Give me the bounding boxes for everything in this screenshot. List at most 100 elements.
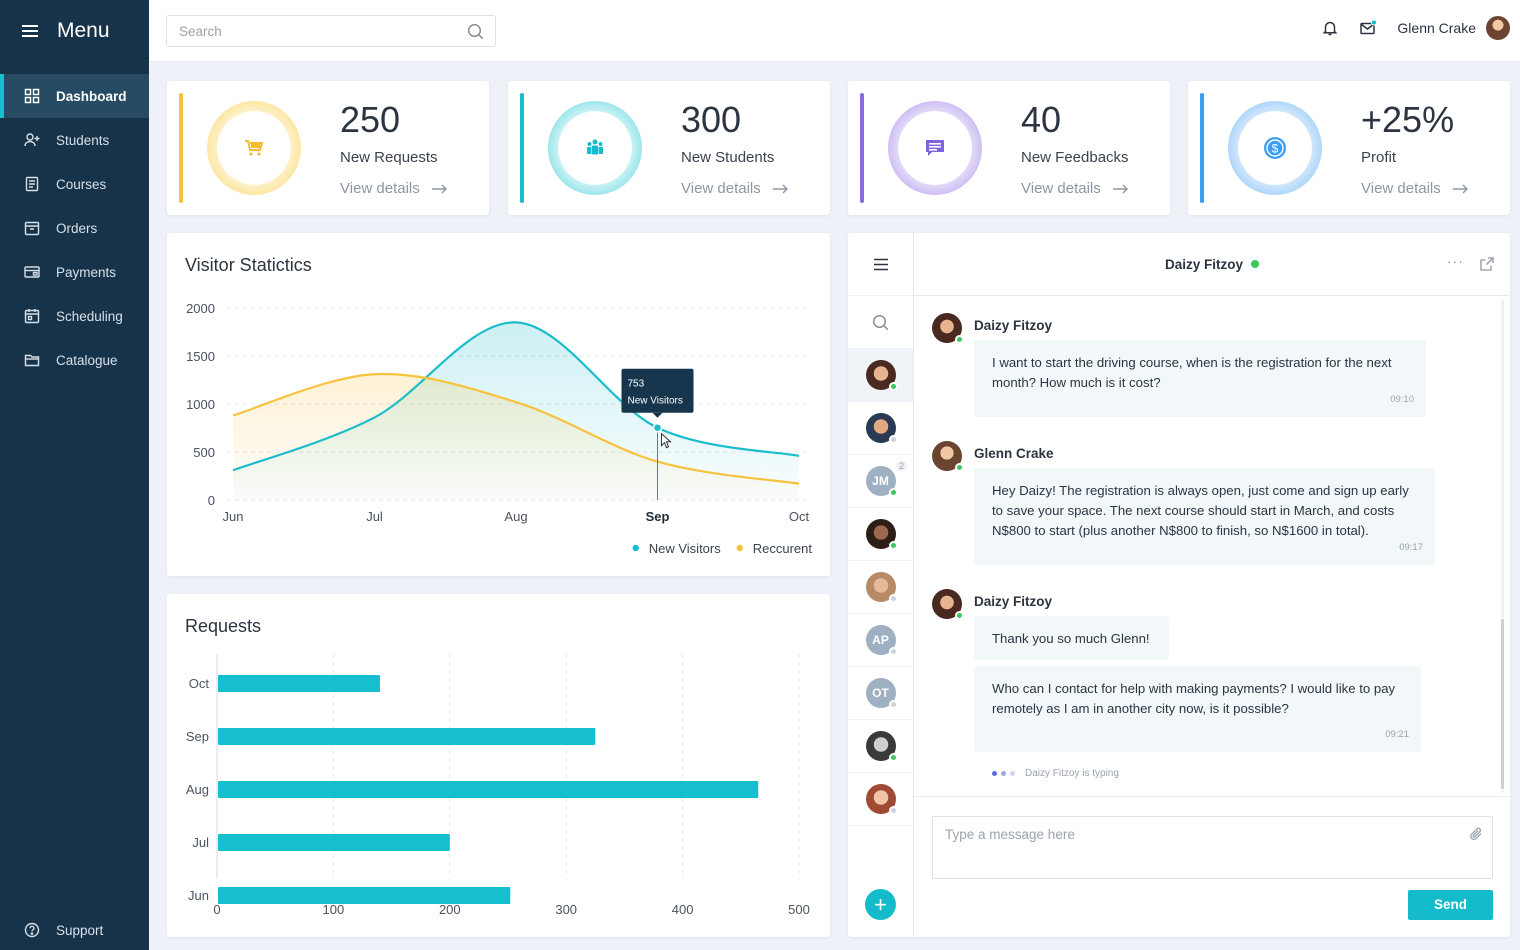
user-avatar[interactable] <box>1486 16 1510 40</box>
stat-value: 300 <box>681 99 742 140</box>
message-text: I want to start the driving course, when… <box>992 355 1392 390</box>
message-input[interactable] <box>932 816 1493 879</box>
contact-item[interactable] <box>848 773 913 826</box>
contact-item[interactable] <box>848 720 913 773</box>
bar[interactable] <box>218 728 596 745</box>
contact-item[interactable] <box>848 561 913 614</box>
stat-label: New Feedbacks <box>1021 149 1129 166</box>
status-dot <box>888 488 898 497</box>
y-tick-label: Aug <box>186 782 209 797</box>
x-tick-label: Aug <box>504 509 527 524</box>
visitor-statistics-card: Visitor Statictics 0 500 1000 1500 2000 Jun Ju… <box>167 233 830 576</box>
tooltip-value: 753 <box>628 379 645 390</box>
sidebar-item-label: Students <box>56 132 110 148</box>
sidebar-item-label: Orders <box>56 220 98 236</box>
message-time: 09:17 <box>1399 542 1423 553</box>
bar[interactable] <box>218 781 759 798</box>
search-icon[interactable] <box>467 23 484 40</box>
bar[interactable] <box>218 887 511 904</box>
search-icon[interactable] <box>872 314 889 331</box>
stat-label: Profit <box>1361 149 1397 166</box>
view-details-label: View details <box>1021 180 1101 197</box>
typing-indicator: Daizy Fitzoy is typing <box>992 768 1119 779</box>
avatar-initials: AP <box>872 633 889 647</box>
stat-value: 40 <box>1021 99 1062 140</box>
view-details-link[interactable]: View details <box>1361 180 1469 197</box>
message-author: Daizy Fitzoy <box>974 594 1053 609</box>
payments-icon <box>24 266 40 278</box>
sidebar-item-label: Catalogue <box>56 352 118 368</box>
scrollbar-thumb[interactable] <box>1501 619 1504 789</box>
tooltip-arrow <box>652 412 663 418</box>
message-text: Hey Daizy! The registration is always op… <box>992 483 1409 538</box>
message-bubble: Hey Daizy! The registration is always op… <box>974 468 1435 565</box>
help-icon <box>24 922 40 938</box>
external-link-icon[interactable] <box>1480 257 1494 271</box>
bar[interactable] <box>218 675 380 692</box>
message-bubble: I want to start the driving course, when… <box>974 340 1426 417</box>
contact-list: JM 2 AP OT <box>848 349 913 826</box>
x-tick-label: 400 <box>672 902 694 917</box>
message-bubble: Thank you so much Glenn! <box>974 616 1169 660</box>
tooltip-label: New Visitors <box>628 396 683 407</box>
stat-accent <box>520 93 524 203</box>
contact-item[interactable]: JM 2 <box>848 455 913 508</box>
user-name[interactable]: Glenn Crake <box>1397 20 1476 36</box>
stat-value: +25% <box>1361 99 1455 140</box>
sidebar-item-orders[interactable]: Orders <box>0 206 149 250</box>
stat-label: New Students <box>681 149 775 166</box>
x-tick-label: 200 <box>439 902 461 917</box>
chat-sidebar: JM 2 AP OT + <box>848 233 914 937</box>
hamburger-icon[interactable] <box>22 25 38 37</box>
status-dot <box>888 382 898 391</box>
avatar <box>865 360 898 391</box>
add-contact-button[interactable]: + <box>865 889 896 920</box>
support-link[interactable]: Support <box>24 922 103 938</box>
avatar <box>865 413 898 444</box>
x-tick-label: 100 <box>323 902 345 917</box>
status-dot <box>888 594 898 603</box>
search-input[interactable] <box>167 16 447 46</box>
sidebar-item-courses[interactable]: Courses <box>0 162 149 206</box>
mail-icon[interactable] <box>1359 19 1378 37</box>
online-status-dot <box>955 463 964 472</box>
contact-item[interactable] <box>848 508 913 561</box>
sidebar-item-dashboard[interactable]: Dashboard <box>0 74 149 118</box>
sidebar-item-catalogue[interactable]: Catalogue <box>0 338 149 382</box>
sidebar-item-payments[interactable]: Payments <box>0 250 149 294</box>
menu-header: Menu <box>0 0 149 62</box>
x-tick-label: 500 <box>788 902 810 917</box>
chat-scrollbar[interactable] <box>1501 299 1504 793</box>
hover-point[interactable] <box>652 422 663 433</box>
typing-dot <box>1010 771 1015 776</box>
message-time: 09:21 <box>1385 729 1409 740</box>
attachment-icon[interactable] <box>1469 827 1483 841</box>
more-options-icon[interactable]: ··· <box>1447 253 1464 269</box>
sidebar-item-scheduling[interactable]: Scheduling <box>0 294 149 338</box>
sidebar: Menu Dashboard Students Courses Orders P… <box>0 0 149 950</box>
requests-chart: 0 100 200 300 400 500 Oct Sep Aug Jul Jun <box>186 654 810 917</box>
status-dot <box>888 700 898 709</box>
sidebar-item-students[interactable]: Students <box>0 118 149 162</box>
avatar <box>932 441 964 472</box>
contact-item[interactable] <box>848 349 913 402</box>
hamburger-icon[interactable] <box>873 258 889 271</box>
unread-count-badge: 2 <box>895 461 907 471</box>
typing-text: Daizy Fitzoy is typing <box>1025 768 1119 779</box>
legend-swatch <box>632 544 639 552</box>
view-details-link[interactable]: View details <box>340 180 448 197</box>
x-tick-label: Jun <box>223 509 244 524</box>
view-details-link[interactable]: View details <box>1021 180 1129 197</box>
message-time: 09:10 <box>1390 394 1414 405</box>
y-tick-label: Jul <box>192 835 209 850</box>
bar[interactable] <box>218 834 450 851</box>
view-details-label: View details <box>340 180 420 197</box>
view-details-link[interactable]: View details <box>681 180 789 197</box>
send-button[interactable]: Send <box>1408 890 1493 920</box>
bell-icon[interactable] <box>1321 19 1339 37</box>
contact-item[interactable] <box>848 402 913 455</box>
stat-card-students: 300 New Students View details <box>508 81 830 215</box>
contact-item[interactable]: AP <box>848 614 913 667</box>
menu-title: Menu <box>57 19 110 42</box>
contact-item[interactable]: OT <box>848 667 913 720</box>
